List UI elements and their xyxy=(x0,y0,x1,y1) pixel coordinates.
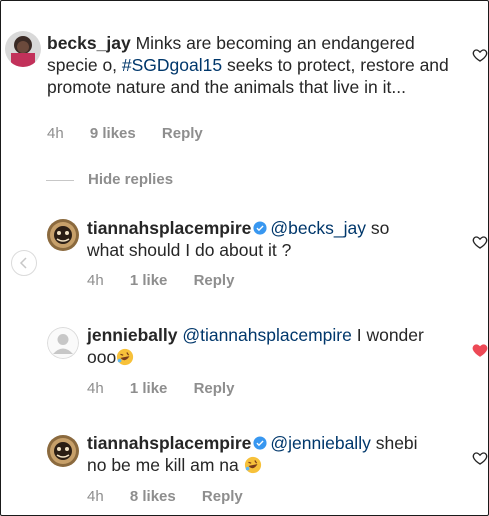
mention-link[interactable]: @becks_jay xyxy=(270,218,366,238)
likes-count[interactable]: 1 like xyxy=(130,380,168,397)
comment-text: tiannahsplacempire @jenniebally shebi no … xyxy=(87,432,427,476)
reply-button[interactable]: Reply xyxy=(202,488,243,505)
reply-button[interactable]: Reply xyxy=(194,272,235,289)
reply-button[interactable]: Reply xyxy=(162,125,203,142)
heart-outline-icon[interactable] xyxy=(472,450,488,466)
avatar[interactable] xyxy=(47,219,79,251)
heart-outline-icon[interactable] xyxy=(472,47,488,63)
comment-text: becks_jay Minks are becoming an endanger… xyxy=(47,32,452,98)
comment-time[interactable]: 4h xyxy=(87,272,104,289)
heart-outline-icon[interactable] xyxy=(472,234,488,250)
verified-badge-icon xyxy=(253,221,267,235)
comment-username[interactable]: tiannahsplacempire xyxy=(87,218,251,238)
comment-text: tiannahsplacempire @becks_jay so what sho… xyxy=(87,217,427,261)
likes-count[interactable]: 1 like xyxy=(130,272,168,289)
comment-username[interactable]: tiannahsplacempire xyxy=(87,433,251,453)
comments-panel: becks_jay Minks are becoming an endanger… xyxy=(0,0,489,516)
mention-link[interactable]: @jenniebally xyxy=(270,433,370,453)
heart-filled-icon[interactable] xyxy=(472,342,488,358)
comment-meta: 4h 8 likes Reply xyxy=(87,488,265,505)
mention-link[interactable]: @tiannahsplacempire xyxy=(182,325,352,345)
hide-replies-label: Hide replies xyxy=(88,171,174,188)
comment-username[interactable]: jenniebally xyxy=(87,325,177,345)
hashtag-link[interactable]: #SGDgoal15 xyxy=(122,55,222,75)
comment-time[interactable]: 4h xyxy=(47,125,64,142)
comment-username[interactable]: becks_jay xyxy=(47,33,131,53)
reply-button[interactable]: Reply xyxy=(194,380,235,397)
chevron-left-icon xyxy=(19,257,27,269)
comment-text: jenniebally @tiannahsplacempire I wonder… xyxy=(87,324,427,368)
comment-meta: 4h 1 like Reply xyxy=(87,380,256,397)
divider-line xyxy=(46,179,74,181)
avatar[interactable] xyxy=(47,327,79,359)
rofl-emoji-icon xyxy=(244,456,261,474)
comment-time[interactable]: 4h xyxy=(87,380,104,397)
comment-meta: 4h 1 like Reply xyxy=(87,272,256,289)
comment-time[interactable]: 4h xyxy=(87,488,104,505)
hide-replies-button[interactable]: Hide replies xyxy=(46,171,173,188)
rofl-emoji-icon xyxy=(117,348,134,366)
previous-button[interactable] xyxy=(11,250,37,276)
avatar[interactable] xyxy=(47,435,79,467)
comment-meta: 4h 9 likes Reply xyxy=(47,125,225,142)
verified-badge-icon xyxy=(253,436,267,450)
likes-count[interactable]: 9 likes xyxy=(90,125,136,142)
likes-count[interactable]: 8 likes xyxy=(130,488,176,505)
avatar[interactable] xyxy=(5,31,41,67)
